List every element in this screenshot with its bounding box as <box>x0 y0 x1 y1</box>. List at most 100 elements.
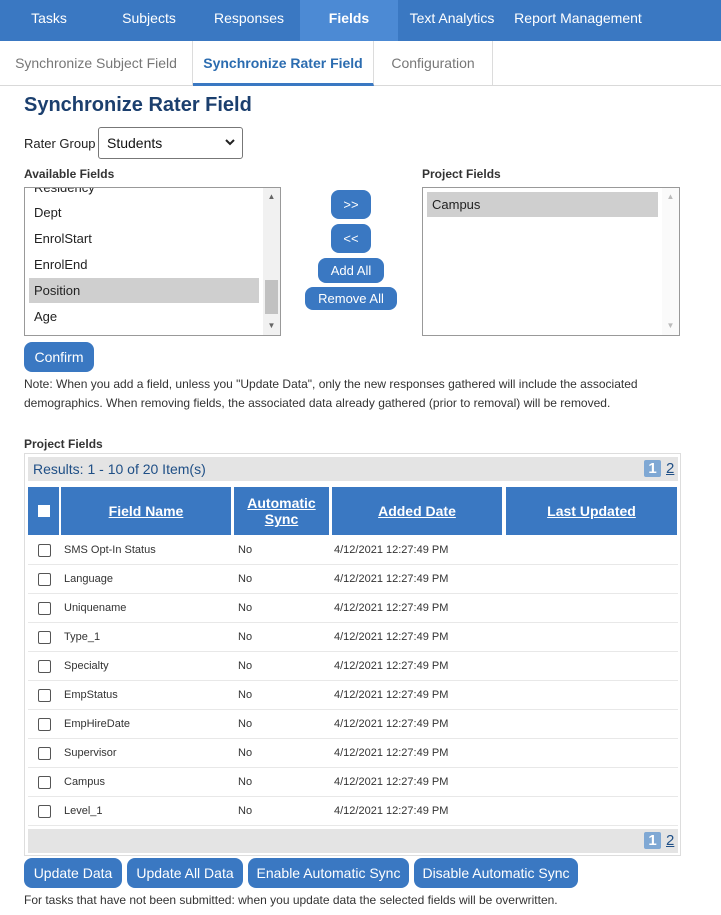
automatic-sync-cell: No <box>238 805 253 817</box>
automatic-sync-cell: No <box>238 718 253 730</box>
automatic-sync-cell: No <box>238 573 253 585</box>
scroll-up-icon[interactable]: ▲ <box>263 190 280 204</box>
table-row: Supervisor No 4/12/2021 12:27:49 PM <box>28 739 678 768</box>
row-checkbox[interactable] <box>38 805 51 818</box>
column-header-field-name[interactable]: Field Name <box>61 487 231 535</box>
field-name-cell: SMS Opt-In Status <box>64 544 156 556</box>
row-checkbox[interactable] <box>38 689 51 702</box>
grid-section-label: Project Fields <box>24 437 103 451</box>
automatic-sync-cell: No <box>238 660 253 672</box>
list-item-selected[interactable]: Position <box>29 278 259 303</box>
added-date-cell: 4/12/2021 12:27:49 PM <box>334 805 449 817</box>
nav-item-text-analytics[interactable]: Text Analytics <box>404 0 500 37</box>
scroll-down-icon[interactable]: ▼ <box>263 319 280 333</box>
field-name-cell: Uniquename <box>64 602 127 614</box>
added-date-cell: 4/12/2021 12:27:49 PM <box>334 573 449 585</box>
scrollbar[interactable]: ▲ ▼ <box>263 188 280 335</box>
page-1-link[interactable]: 1 <box>644 460 661 477</box>
field-name-cell: EmpStatus <box>64 689 118 701</box>
tab-synchronize-subject-field[interactable]: Synchronize Subject Field <box>0 41 193 85</box>
field-name-cell: Supervisor <box>64 747 117 759</box>
results-bar: Results: 1 - 10 of 20 Item(s) 12 <box>28 457 678 481</box>
page-1-link[interactable]: 1 <box>644 832 661 849</box>
row-checkbox[interactable] <box>38 544 51 557</box>
page-2-link[interactable]: 2 <box>666 460 674 477</box>
column-header-automatic-sync[interactable]: Automatic Sync <box>234 487 329 535</box>
tab-synchronize-rater-field[interactable]: Synchronize Rater Field <box>193 41 374 86</box>
added-date-cell: 4/12/2021 12:27:49 PM <box>334 544 449 556</box>
row-checkbox[interactable] <box>38 660 51 673</box>
nav-item-responses[interactable]: Responses <box>205 0 293 37</box>
automatic-sync-cell: No <box>238 689 253 701</box>
table-row: Campus No 4/12/2021 12:27:49 PM <box>28 768 678 797</box>
scrollbar-thumb[interactable] <box>265 280 278 314</box>
list-item[interactable]: EnrolStart <box>29 226 259 251</box>
chevron-down-icon <box>224 128 236 169</box>
confirm-button[interactable]: Confirm <box>24 342 94 372</box>
update-data-button[interactable]: Update Data <box>24 858 122 888</box>
list-item[interactable]: EnrolEnd <box>29 252 259 277</box>
nav-item-fields[interactable]: Fields <box>300 0 398 41</box>
remove-all-button[interactable]: Remove All <box>305 287 397 310</box>
table-row: Language No 4/12/2021 12:27:49 PM <box>28 565 678 594</box>
list-item[interactable]: Dept <box>29 200 259 225</box>
row-checkbox[interactable] <box>38 718 51 731</box>
table-row: Level_1 No 4/12/2021 12:27:49 PM <box>28 797 678 826</box>
list-item[interactable]: Age <box>29 304 259 329</box>
disable-automatic-sync-button[interactable]: Disable Automatic Sync <box>414 858 578 888</box>
field-name-cell: Language <box>64 573 113 585</box>
column-header-added-date[interactable]: Added Date <box>332 487 502 535</box>
automatic-sync-cell: No <box>238 776 253 788</box>
rater-group-label: Rater Group <box>24 136 96 151</box>
rater-group-select[interactable]: Students <box>98 127 243 159</box>
project-fields-label: Project Fields <box>422 167 501 181</box>
scroll-down-icon[interactable]: ▼ <box>662 319 679 333</box>
pager-bottom: 12 <box>644 832 674 849</box>
table-row: Uniquename No 4/12/2021 12:27:49 PM <box>28 594 678 623</box>
tab-configuration[interactable]: Configuration <box>374 41 493 85</box>
scrollbar[interactable]: ▲ ▼ <box>662 188 679 335</box>
row-checkbox[interactable] <box>38 573 51 586</box>
available-fields-list[interactable]: Residency Dept EnrolStart EnrolEnd Posit… <box>24 187 281 336</box>
column-header-last-updated[interactable]: Last Updated <box>506 487 677 535</box>
added-date-cell: 4/12/2021 12:27:49 PM <box>334 689 449 701</box>
enable-automatic-sync-button[interactable]: Enable Automatic Sync <box>248 858 409 888</box>
page-2-link[interactable]: 2 <box>666 832 674 849</box>
select-all-checkbox[interactable] <box>37 505 50 517</box>
row-checkbox[interactable] <box>38 631 51 644</box>
field-name-cell: Campus <box>64 776 105 788</box>
select-all-header <box>28 487 59 535</box>
table-row: EmpHireDate No 4/12/2021 12:27:49 PM <box>28 710 678 739</box>
rater-group-value: Students <box>107 135 163 151</box>
added-date-cell: 4/12/2021 12:27:49 PM <box>334 718 449 730</box>
results-count: Results: 1 - 10 of 20 Item(s) <box>33 461 206 477</box>
table-row: SMS Opt-In Status No 4/12/2021 12:27:49 … <box>28 536 678 565</box>
update-all-data-button[interactable]: Update All Data <box>127 858 243 888</box>
automatic-sync-cell: No <box>238 544 253 556</box>
automatic-sync-cell: No <box>238 747 253 759</box>
automatic-sync-cell: No <box>238 631 253 643</box>
scroll-up-icon[interactable]: ▲ <box>662 190 679 204</box>
available-fields-label: Available Fields <box>24 167 115 181</box>
row-checkbox[interactable] <box>38 747 51 760</box>
add-all-button[interactable]: Add All <box>318 258 384 283</box>
nav-item-report-management[interactable]: Report Management <box>510 0 646 37</box>
project-fields-grid: Results: 1 - 10 of 20 Item(s) 12 Field N… <box>24 453 681 856</box>
list-item[interactable]: Residency <box>29 188 259 200</box>
footer-note: For tasks that have not been submitted: … <box>24 893 558 907</box>
remove-selected-button[interactable]: << <box>331 224 371 253</box>
project-fields-list[interactable]: Campus ▲ ▼ <box>422 187 680 336</box>
automatic-sync-cell: No <box>238 602 253 614</box>
add-selected-button[interactable]: >> <box>331 190 371 219</box>
list-item-selected[interactable]: Campus <box>427 192 658 217</box>
field-name-cell: EmpHireDate <box>64 718 131 730</box>
added-date-cell: 4/12/2021 12:27:49 PM <box>334 602 449 614</box>
added-date-cell: 4/12/2021 12:27:49 PM <box>334 747 449 759</box>
table-row: Specialty No 4/12/2021 12:27:49 PM <box>28 652 678 681</box>
row-checkbox[interactable] <box>38 776 51 789</box>
added-date-cell: 4/12/2021 12:27:49 PM <box>334 776 449 788</box>
row-checkbox[interactable] <box>38 602 51 615</box>
pager-top: 12 <box>644 460 674 477</box>
nav-item-subjects[interactable]: Subjects <box>110 0 188 37</box>
nav-item-tasks[interactable]: Tasks <box>14 0 84 37</box>
